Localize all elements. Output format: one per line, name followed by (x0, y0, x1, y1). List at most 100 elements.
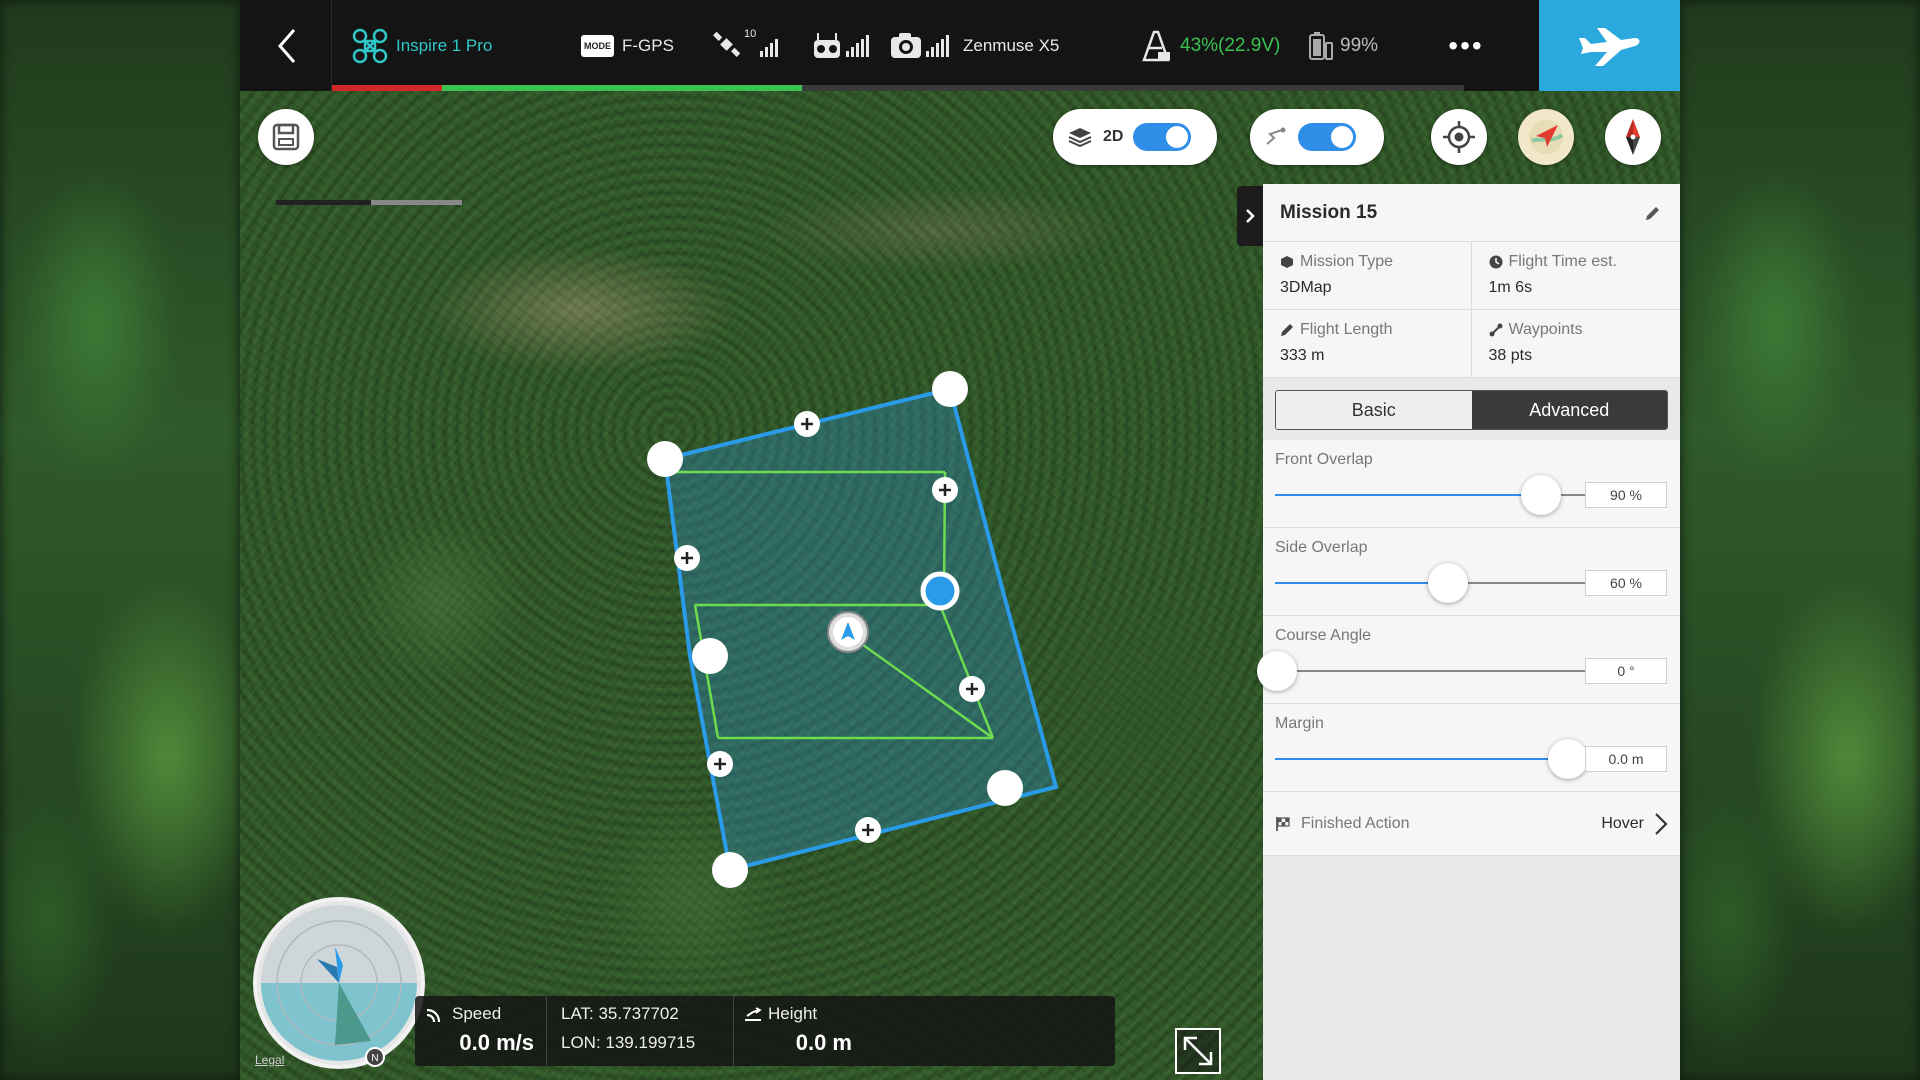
finished-action-value: Hover (1601, 814, 1644, 832)
slider-label: Side Overlap (1275, 539, 1368, 556)
settings-tabs: Basic Advanced (1275, 390, 1668, 430)
chevron-right-icon (1655, 812, 1668, 835)
view-mode-label: 2D (1103, 128, 1124, 145)
video-signal-bars (926, 34, 949, 57)
vertex-handle[interactable] (647, 441, 683, 477)
side-overlap-value[interactable]: 60 % (1585, 570, 1667, 596)
mode-badge: MODE (581, 34, 614, 57)
back-button[interactable] (240, 0, 332, 91)
gps-mode: F-GPS (622, 35, 674, 55)
slider-label: Front Overlap (1275, 451, 1373, 468)
compass-north-label: N (371, 1053, 378, 1064)
speed-value: 0.0 m/s (459, 1030, 534, 1055)
height-label: Height (768, 1004, 818, 1023)
side-overlap-setting: Side Overlap 60 % (1263, 528, 1680, 616)
slider-label: Margin (1275, 715, 1324, 732)
aircraft-battery-value: 43%(22.9V) (1180, 34, 1281, 56)
slider-label: Course Angle (1275, 627, 1372, 644)
margin-slider-thumb[interactable] (1548, 739, 1589, 779)
aircraft-status[interactable]: Inspire 1 Pro (352, 0, 492, 91)
height-value: 0.0 m (795, 1030, 852, 1055)
layers-icon (1068, 128, 1092, 148)
remote-signal-status[interactable] (812, 0, 869, 91)
info-label: Mission Type (1300, 253, 1394, 270)
camera-icon (891, 32, 921, 58)
margin-value[interactable]: 0.0 m (1585, 746, 1667, 772)
course-angle-value[interactable]: 0 ° (1585, 658, 1667, 684)
gps-signal-status[interactable]: 10 (712, 0, 779, 91)
drone-icon (352, 28, 388, 63)
remote-battery-status[interactable]: 99% (1308, 0, 1378, 91)
satellite-count: 10 (744, 28, 757, 40)
add-point-icon[interactable] (855, 817, 881, 843)
compass-button[interactable] (1605, 109, 1661, 165)
flight-mode-status[interactable]: MODE F-GPS (581, 0, 674, 91)
finished-action-row[interactable]: Finished Action Hover (1263, 792, 1680, 856)
fullscreen-button[interactable] (1175, 1028, 1221, 1074)
legal-link[interactable]: Legal (255, 1053, 284, 1067)
start-flight-button[interactable] (1539, 0, 1680, 91)
airplane-icon (1578, 27, 1639, 66)
mission-type-cell: Mission Type 3DMap (1263, 242, 1472, 310)
aircraft-battery-status[interactable]: 43%(22.9V) (1140, 0, 1280, 91)
longitude: LON: 139.199715 (561, 1033, 696, 1052)
course-angle-slider-thumb[interactable] (1257, 651, 1297, 691)
vertex-handle[interactable] (932, 371, 968, 407)
info-value: 1m 6s (1488, 279, 1533, 296)
tab-basic[interactable]: Basic (1276, 391, 1472, 429)
front-overlap-value[interactable]: 90 % (1585, 482, 1667, 508)
chevron-left-icon (277, 28, 295, 63)
info-label: Flight Time est. (1508, 253, 1617, 270)
latitude: LAT: 35.737702 (561, 1004, 679, 1023)
aircraft-position-icon (827, 611, 869, 653)
add-point-icon[interactable] (932, 477, 958, 503)
vertex-handle[interactable] (692, 638, 728, 674)
map-view-toggle[interactable]: 2D (1053, 109, 1217, 165)
more-options-button[interactable]: ••• (1420, 0, 1512, 91)
battery-aircraft-icon (1142, 30, 1170, 61)
remote-battery-value: 99% (1340, 34, 1379, 56)
gps-signal-bars (760, 35, 779, 57)
front-overlap-setting: Front Overlap 90 % (1263, 440, 1680, 528)
mission-type-icon (1281, 256, 1293, 268)
camera-status[interactable]: Zenmuse X5 (890, 0, 1059, 91)
vertex-handle[interactable] (712, 852, 748, 888)
view-mode-switch[interactable] (1133, 123, 1192, 151)
speed-section: Speed 0.0 m/s (415, 996, 547, 1066)
add-point-icon[interactable] (707, 751, 733, 777)
collapse-panel-button[interactable] (1237, 186, 1263, 246)
attitude-indicator[interactable]: N (251, 895, 427, 1071)
app-window: Inspire 1 Pro MODE F-GPS 10 Zenmuse X5 4… (240, 0, 1680, 1080)
side-overlap-slider-thumb[interactable] (1427, 563, 1468, 603)
edit-pencil-icon[interactable] (1644, 204, 1662, 222)
selected-vertex-handle[interactable] (920, 571, 960, 611)
locate-aircraft-button[interactable] (1431, 109, 1487, 165)
map-layer-button[interactable] (1518, 109, 1574, 165)
height-section: Height 0.0 m (734, 996, 864, 1066)
add-point-icon[interactable] (959, 676, 985, 702)
info-value: 3DMap (1280, 279, 1332, 296)
background-blur-left (0, 0, 240, 1080)
remote-controller-icon (814, 32, 840, 58)
flight-path-toggle[interactable] (1250, 109, 1384, 165)
height-icon (745, 1007, 762, 1021)
info-label: Flight Length (1300, 321, 1393, 338)
save-mission-button[interactable] (258, 109, 314, 165)
mission-panel: Mission 15 Mission Type 3DMap Flight Tim… (1257, 184, 1680, 1080)
flight-path-switch[interactable] (1298, 123, 1356, 151)
add-point-icon[interactable] (674, 545, 700, 571)
mission-header: Mission 15 (1263, 184, 1680, 242)
front-overlap-slider-thumb[interactable] (1520, 475, 1561, 515)
expand-icon (1183, 1036, 1213, 1066)
save-icon (272, 123, 300, 151)
telemetry-panel: Speed 0.0 m/s LAT: 35.737702 LON: 139.19… (415, 996, 1115, 1066)
crosshair-icon (1443, 121, 1475, 153)
speed-label: Speed (452, 1004, 502, 1023)
remote-signal-bars (846, 34, 869, 57)
margin-track[interactable] (1275, 758, 1585, 760)
course-angle-track[interactable] (1275, 670, 1585, 672)
tab-advanced[interactable]: Advanced (1471, 391, 1667, 429)
vertex-handle[interactable] (987, 770, 1023, 806)
add-point-icon[interactable] (794, 411, 820, 437)
waypoints-icon (1489, 323, 1502, 337)
